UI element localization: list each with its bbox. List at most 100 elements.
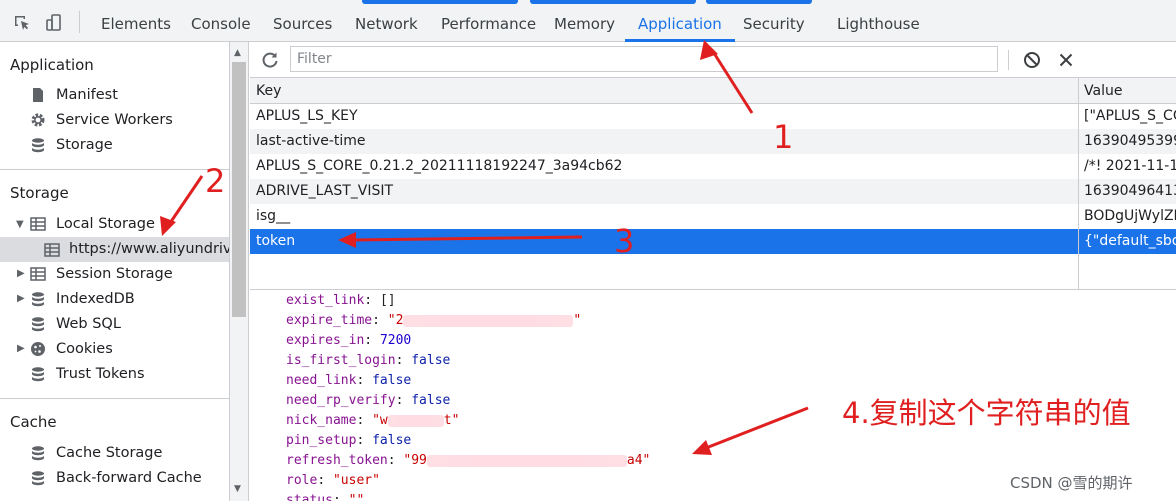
sidebar-item-label: Cache Storage xyxy=(56,445,163,461)
preview-value: false xyxy=(372,373,412,388)
preview-line: is_first_login: false xyxy=(286,351,450,371)
sidebar-item-label: https://www.aliyundrive. xyxy=(69,241,229,257)
section-title-storage: Storage xyxy=(10,184,69,202)
annotation-step-4: 4.复制这个字符串的值 xyxy=(842,396,1131,430)
tab-console[interactable]: Console xyxy=(191,0,251,42)
preview-value: [] xyxy=(379,293,396,308)
column-separator[interactable] xyxy=(1078,78,1079,289)
preview-value: false xyxy=(372,433,412,448)
annotation-step-2: 2 xyxy=(205,162,226,200)
redaction-blur xyxy=(403,314,574,327)
preview-value: "" xyxy=(348,493,365,501)
tab-performance[interactable]: Performance xyxy=(441,0,536,42)
devtools-tab-bar: Elements Console Sources Network Perform… xyxy=(0,0,1176,42)
tab-security[interactable]: Security xyxy=(743,0,805,42)
preview-value: 7200 xyxy=(379,333,412,348)
expand-triangle-right-icon[interactable]: ▶ xyxy=(17,293,25,304)
value-cell: ["APLUS_S_CO xyxy=(1084,108,1176,124)
tab-application[interactable]: Application xyxy=(625,0,735,42)
preview-key: expires_in xyxy=(286,333,365,348)
sidebar-scrollbar[interactable]: ▲ ▼ xyxy=(229,42,249,501)
preview-value: "2 xyxy=(387,313,404,328)
table-icon xyxy=(30,266,46,282)
refresh-icon[interactable] xyxy=(260,50,280,70)
scrollbar-thumb[interactable] xyxy=(232,62,246,317)
preview-value: false xyxy=(411,393,451,408)
value-cell: 163904953991 xyxy=(1084,133,1176,149)
storage-data-grid: Key Value APLUS_LS_KEY ["APLUS_S_CO last… xyxy=(250,78,1176,290)
preview-line: need_link: false xyxy=(286,371,411,391)
value-cell: /*! 2021-11-18 xyxy=(1084,158,1176,174)
sidebar-item-label: Local Storage xyxy=(56,216,155,232)
table-row[interactable]: isg__ BODgUjWylZL xyxy=(250,204,1176,229)
preview-line: role: "user" xyxy=(286,471,380,491)
preview-key: expire_time xyxy=(286,313,373,328)
redaction-blur xyxy=(387,414,444,427)
sidebar-item-label: IndexedDB xyxy=(56,291,135,307)
csdn-watermark: CSDN @雪的期许 xyxy=(1010,474,1133,492)
preview-colon: : xyxy=(356,433,373,448)
scroll-down-arrow-icon[interactable]: ▼ xyxy=(234,484,241,494)
table-row[interactable]: ADRIVE_LAST_VISIT 163904964136 xyxy=(250,179,1176,204)
expand-triangle-right-icon[interactable]: ▶ xyxy=(17,343,25,354)
scroll-up-arrow-icon[interactable]: ▲ xyxy=(234,48,241,58)
delete-selected-icon[interactable] xyxy=(1056,50,1076,70)
preview-colon: : xyxy=(317,473,333,488)
preview-value: false xyxy=(411,353,451,368)
local-storage-panel: Key Value APLUS_LS_KEY ["APLUS_S_CO last… xyxy=(250,42,1176,501)
tab-sources[interactable]: Sources xyxy=(273,0,332,42)
key-cell: APLUS_S_CORE_0.21.2_20211118192247_3a94c… xyxy=(256,158,623,174)
key-cell: isg__ xyxy=(256,208,291,224)
section-title-cache: Cache xyxy=(10,413,57,431)
sidebar-item-label: Session Storage xyxy=(56,266,173,282)
preview-line: status: "" xyxy=(286,491,364,501)
table-row[interactable]: APLUS_LS_KEY ["APLUS_S_CO xyxy=(250,104,1176,129)
preview-value-suffix: " xyxy=(573,313,582,328)
value-cell: BODgUjWylZL xyxy=(1084,208,1176,224)
sidebar-item-aliyundrive-origin[interactable]: https://www.aliyundrive. xyxy=(0,237,229,262)
table-icon xyxy=(30,216,46,232)
preview-key: need_link xyxy=(286,373,357,388)
cookie-icon xyxy=(30,341,46,357)
device-toolbar-icon[interactable] xyxy=(44,13,64,33)
preview-colon: : xyxy=(364,293,380,308)
expand-triangle-down-icon[interactable]: ▼ xyxy=(16,219,24,230)
preview-key: pin_setup xyxy=(286,433,357,448)
file-icon xyxy=(30,87,46,103)
tab-elements[interactable]: Elements xyxy=(101,0,171,42)
value-cell: 163904964136 xyxy=(1084,183,1176,199)
table-row-selected[interactable]: token {"default_sbox xyxy=(250,229,1176,254)
table-row[interactable]: APLUS_S_CORE_0.21.2_20211118192247_3a94c… xyxy=(250,154,1176,179)
preview-value: "99 xyxy=(403,453,427,468)
application-sidebar: Application Manifest Service Workers Sto… xyxy=(0,42,231,501)
sidebar-item-label: Trust Tokens xyxy=(56,366,145,382)
preview-line: refresh_token: "99 a4" xyxy=(286,451,650,471)
tab-network[interactable]: Network xyxy=(355,0,418,42)
annotation-step-1: 1 xyxy=(773,118,794,156)
redaction-blur xyxy=(426,454,627,467)
filter-input[interactable] xyxy=(290,46,998,72)
preview-colon: : xyxy=(332,493,349,501)
inspect-element-icon[interactable] xyxy=(12,13,32,33)
section-title-application: Application xyxy=(10,56,94,74)
preview-value: "w xyxy=(372,413,388,428)
preview-colon: : xyxy=(395,393,412,408)
clear-all-icon[interactable] xyxy=(1022,50,1042,70)
preview-key: nick_name xyxy=(286,413,357,428)
tab-memory[interactable]: Memory xyxy=(554,0,615,42)
table-icon xyxy=(44,242,60,258)
annotation-step-3: 3 xyxy=(614,222,635,260)
table-row[interactable]: last-active-time 163904953991 xyxy=(250,129,1176,154)
preview-colon: : xyxy=(395,353,412,368)
gear-icon xyxy=(30,112,46,128)
key-cell: last-active-time xyxy=(256,133,366,149)
column-header-value[interactable]: Value xyxy=(1084,78,1176,103)
sidebar-item-label: Service Workers xyxy=(56,112,173,128)
preview-colon: : xyxy=(356,373,373,388)
tab-lighthouse[interactable]: Lighthouse xyxy=(837,0,920,42)
column-header-key[interactable]: Key xyxy=(256,78,1076,103)
preview-value-suffix: t" xyxy=(443,413,460,428)
expand-triangle-right-icon[interactable]: ▶ xyxy=(17,268,25,279)
preview-line: pin_setup: false xyxy=(286,431,411,451)
sidebar-item-label: Cookies xyxy=(56,341,113,357)
